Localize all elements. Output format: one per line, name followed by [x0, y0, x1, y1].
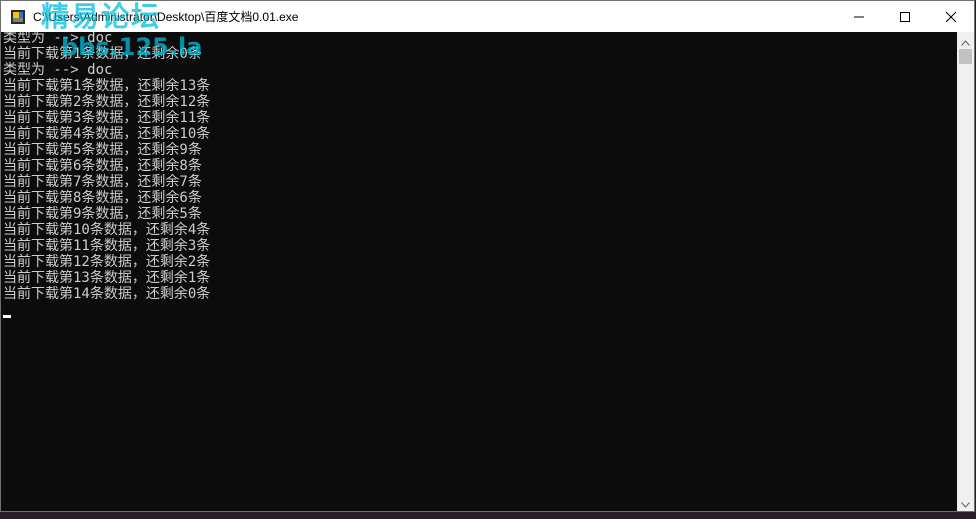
- minimize-icon: [854, 7, 864, 26]
- close-button[interactable]: [928, 1, 974, 32]
- console-line: 类型为 --> doc: [3, 32, 113, 46]
- console-line: 当前下载第10条数据，还剩余4条: [3, 222, 211, 238]
- console-line: 当前下载第9条数据，还剩余5条: [3, 206, 202, 222]
- console-line: 当前下载第12条数据，还剩余2条: [3, 254, 211, 270]
- console-line: 当前下载第5条数据，还剩余9条: [3, 142, 202, 158]
- title-bar[interactable]: C:\Users\Administrator\Desktop\百度文档0.01.…: [1, 1, 974, 32]
- console-window: C:\Users\Administrator\Desktop\百度文档0.01.…: [0, 0, 975, 512]
- console-line: 当前下载第1条数据，还剩余0条: [3, 46, 202, 62]
- caption-buttons: [836, 1, 974, 32]
- console-line: 类型为 --> doc: [3, 62, 113, 78]
- console-line: 当前下载第14条数据，还剩余0条: [3, 286, 211, 302]
- scroll-thumb[interactable]: [959, 49, 972, 64]
- console-app-icon[interactable]: [10, 9, 26, 25]
- console-line: 当前下载第8条数据，还剩余6条: [3, 190, 202, 206]
- scroll-up-button[interactable]: [957, 32, 974, 49]
- minimize-button[interactable]: [836, 1, 882, 32]
- vertical-scrollbar[interactable]: [957, 32, 974, 511]
- console-line: 当前下载第7条数据，还剩余7条: [3, 174, 202, 190]
- close-icon: [945, 7, 957, 26]
- console-line: 当前下载第4条数据，还剩余10条: [3, 126, 211, 142]
- maximize-button[interactable]: [882, 1, 928, 32]
- console-line: 当前下载第3条数据，还剩余11条: [3, 110, 211, 126]
- console-line: 当前下载第6条数据，还剩余8条: [3, 158, 202, 174]
- console-line: 当前下载第2条数据，还剩余12条: [3, 94, 211, 110]
- chevron-up-icon: [961, 31, 970, 50]
- console-line: 当前下载第1条数据，还剩余13条: [3, 78, 211, 94]
- scroll-down-button[interactable]: [957, 494, 974, 511]
- chevron-down-icon: [961, 493, 970, 512]
- maximize-icon: [900, 7, 910, 26]
- text-cursor: [3, 315, 11, 318]
- console-line: 当前下载第11条数据，还剩余3条: [3, 238, 211, 254]
- console-line: 当前下载第13条数据，还剩余1条: [3, 270, 211, 286]
- console-output[interactable]: 类型为 --> doc 当前下载第1条数据，还剩余0条 类型为 --> doc …: [1, 32, 958, 511]
- window-title: C:\Users\Administrator\Desktop\百度文档0.01.…: [33, 10, 299, 24]
